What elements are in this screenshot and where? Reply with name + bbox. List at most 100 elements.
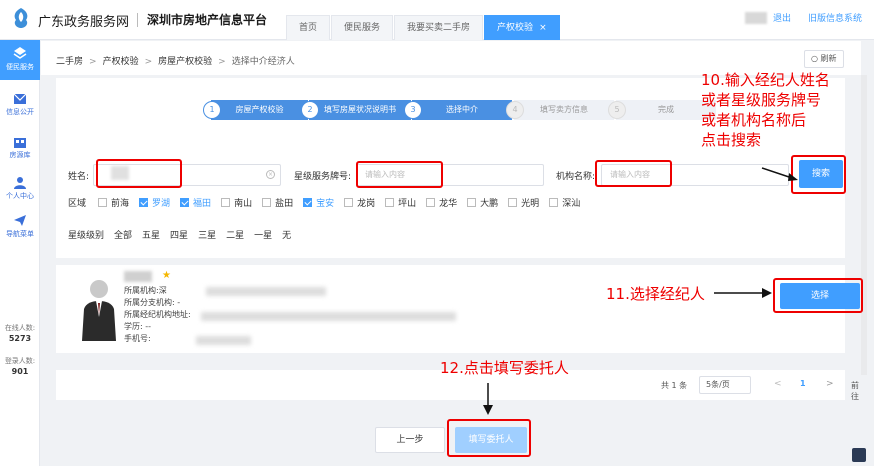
breadcrumb-separator: > xyxy=(218,57,226,67)
breadcrumb-separator: > xyxy=(89,57,97,67)
level-option[interactable]: 全部 xyxy=(114,228,132,241)
grid-icon xyxy=(13,47,27,59)
tab-convenience[interactable]: 便民服务 xyxy=(331,15,394,40)
agent-org-row: 所属机构:深 xyxy=(124,286,167,295)
tab-label: 产权校验 xyxy=(497,23,534,33)
star-number-label: 星级服务牌号: xyxy=(294,172,352,182)
clear-icon[interactable]: × xyxy=(266,170,275,179)
agent-card: ★ 所属机构:深 所属分支机构: - 所属经纪机构地址: 学历: -- 手机号: xyxy=(56,265,845,353)
sidebar-item-convenience[interactable]: 便民服务 xyxy=(0,40,40,80)
agent-name-blurred xyxy=(124,271,152,282)
previous-step-button[interactable]: 上一步 xyxy=(375,427,445,453)
annotation-box-fill xyxy=(447,419,531,457)
old-version-link[interactable]: 旧版信息系统 xyxy=(808,11,862,24)
region-checkbox[interactable]: 南山 xyxy=(221,196,252,209)
annotation-step12: 12.点击填写委托人 xyxy=(440,359,569,377)
step-label: 填写房屋状况说明书 xyxy=(324,105,396,114)
username-blurred xyxy=(745,12,767,24)
region-checkbox[interactable]: 前海 xyxy=(98,196,129,209)
online-value: 5273 xyxy=(8,334,32,343)
sidebar-item-label: 房源库 xyxy=(9,151,31,159)
brand-divider xyxy=(137,13,138,27)
arrow-icon xyxy=(761,167,798,181)
sidebar-item-listings[interactable]: 房源库 xyxy=(0,130,40,170)
star-icon: ★ xyxy=(162,270,171,281)
scrollbar[interactable] xyxy=(861,75,867,375)
level-option[interactable]: 一星 xyxy=(254,228,272,241)
user-icon xyxy=(14,177,26,189)
refresh-icon: ○ xyxy=(811,54,821,63)
sidebar-item-label: 个人中心 xyxy=(6,192,34,200)
page-number[interactable]: 1 xyxy=(800,379,806,388)
region-filter: 区域 前海 罗湖 福田 南山 盐田 宝安 龙岗 坪山 龙华 大鹏 光明 深汕 xyxy=(68,196,590,209)
annotation-step11: 11.选择经纪人 xyxy=(606,285,705,303)
region-checkbox[interactable]: 光明 xyxy=(508,196,539,209)
chat-icon[interactable] xyxy=(852,448,866,462)
region-checkbox[interactable]: 龙华 xyxy=(426,196,457,209)
agent-edu-row: 学历: -- xyxy=(124,322,152,331)
sidebar-item-label: 导航菜单 xyxy=(6,230,34,238)
region-checkbox[interactable]: 坪山 xyxy=(385,196,416,209)
sidebar-item-label: 便民服务 xyxy=(6,63,34,71)
online-label: 在线人数: xyxy=(4,324,36,332)
login-count: 登录人数: 901 xyxy=(0,356,40,376)
step-4: 4 填写卖方信息 xyxy=(506,100,614,120)
prev-page-button[interactable]: < xyxy=(774,379,782,389)
arrow-icon xyxy=(483,383,493,415)
tab-property-check[interactable]: 产权校验 × xyxy=(484,15,560,40)
sidebar: 便民服务 信息公开 房源库 个人中心 导航菜单 在线人数: 5273 登录人数: 9… xyxy=(0,40,40,466)
level-option[interactable]: 二星 xyxy=(226,228,244,241)
agent-address-row: 所属经纪机构地址: xyxy=(124,310,191,319)
brand-name: 广东政务服务网 xyxy=(38,15,130,30)
agent-phone-row: 手机号: xyxy=(124,334,151,343)
level-option[interactable]: 五星 xyxy=(142,228,160,241)
send-icon xyxy=(14,215,26,226)
arrow-icon xyxy=(714,288,772,298)
region-checkbox[interactable]: 盐田 xyxy=(262,196,293,209)
nav-tabs: 首页 便民服务 我要买卖二手房 产权校验 × xyxy=(286,15,561,40)
breadcrumb-item[interactable]: 房屋产权校验 xyxy=(158,57,212,67)
step-label: 填写卖方信息 xyxy=(540,105,588,114)
building-icon xyxy=(14,138,26,148)
avatar xyxy=(76,273,122,341)
next-page-button[interactable]: > xyxy=(826,379,834,389)
mail-icon xyxy=(13,93,27,104)
sidebar-item-personal[interactable]: 个人中心 xyxy=(0,170,40,210)
level-option[interactable]: 四星 xyxy=(170,228,188,241)
sidebar-item-info[interactable]: 信息公开 xyxy=(0,87,40,127)
region-checkbox[interactable]: 龙岗 xyxy=(344,196,375,209)
annotation-box-org xyxy=(595,160,672,187)
logo-icon xyxy=(14,8,28,28)
region-label: 区域 xyxy=(68,199,87,209)
region-checkbox[interactable]: 大鹏 xyxy=(467,196,498,209)
top-header: 广东政务服务网 深圳市房地产信息平台 首页 便民服务 我要买卖二手房 产权校验 ×… xyxy=(0,0,874,40)
login-value: 901 xyxy=(11,367,29,376)
level-option[interactable]: 三星 xyxy=(198,228,216,241)
step-1: 1 房屋产权校验 xyxy=(203,100,308,120)
step-label: 选择中介 xyxy=(446,105,478,114)
level-option[interactable]: 无 xyxy=(282,228,291,241)
name-label: 姓名: xyxy=(68,172,90,182)
region-checkbox[interactable]: 福田 xyxy=(180,196,211,209)
tab-buy-sell[interactable]: 我要买卖二手房 xyxy=(394,15,484,40)
refresh-label: 刷新 xyxy=(820,54,837,63)
sidebar-item-nav[interactable]: 导航菜单 xyxy=(0,208,40,248)
agent-branch-row: 所属分支机构: - xyxy=(124,298,181,307)
annotation-step10: 10.输入经纪人姓名 或者星级服务牌号 或者机构名称后 点击搜索 xyxy=(701,71,830,149)
agent-info: 所属机构:深 所属分支机构: - 所属经纪机构地址: 学历: -- 手机号: xyxy=(124,285,191,345)
sidebar-item-label: 信息公开 xyxy=(6,108,34,116)
step-label: 房屋产权校验 xyxy=(235,105,284,114)
region-checkbox[interactable]: 罗湖 xyxy=(139,196,170,209)
breadcrumb-separator: > xyxy=(144,57,153,67)
breadcrumb-item[interactable]: 二手房 xyxy=(56,57,83,67)
step-3: 3 选择中介 xyxy=(404,100,512,120)
org-name-label: 机构名称: xyxy=(556,172,596,182)
region-checkbox[interactable]: 宝安 xyxy=(303,196,334,209)
tab-home[interactable]: 首页 xyxy=(286,15,331,40)
close-icon[interactable]: × xyxy=(539,23,547,33)
breadcrumb-item[interactable]: 产权校验 xyxy=(103,57,139,67)
page-size-select[interactable]: 5条/页 xyxy=(699,376,751,394)
logout-link[interactable]: 退出 xyxy=(773,11,791,24)
refresh-button[interactable]: ○ 刷新 xyxy=(804,50,844,68)
region-checkbox[interactable]: 深汕 xyxy=(549,196,580,209)
